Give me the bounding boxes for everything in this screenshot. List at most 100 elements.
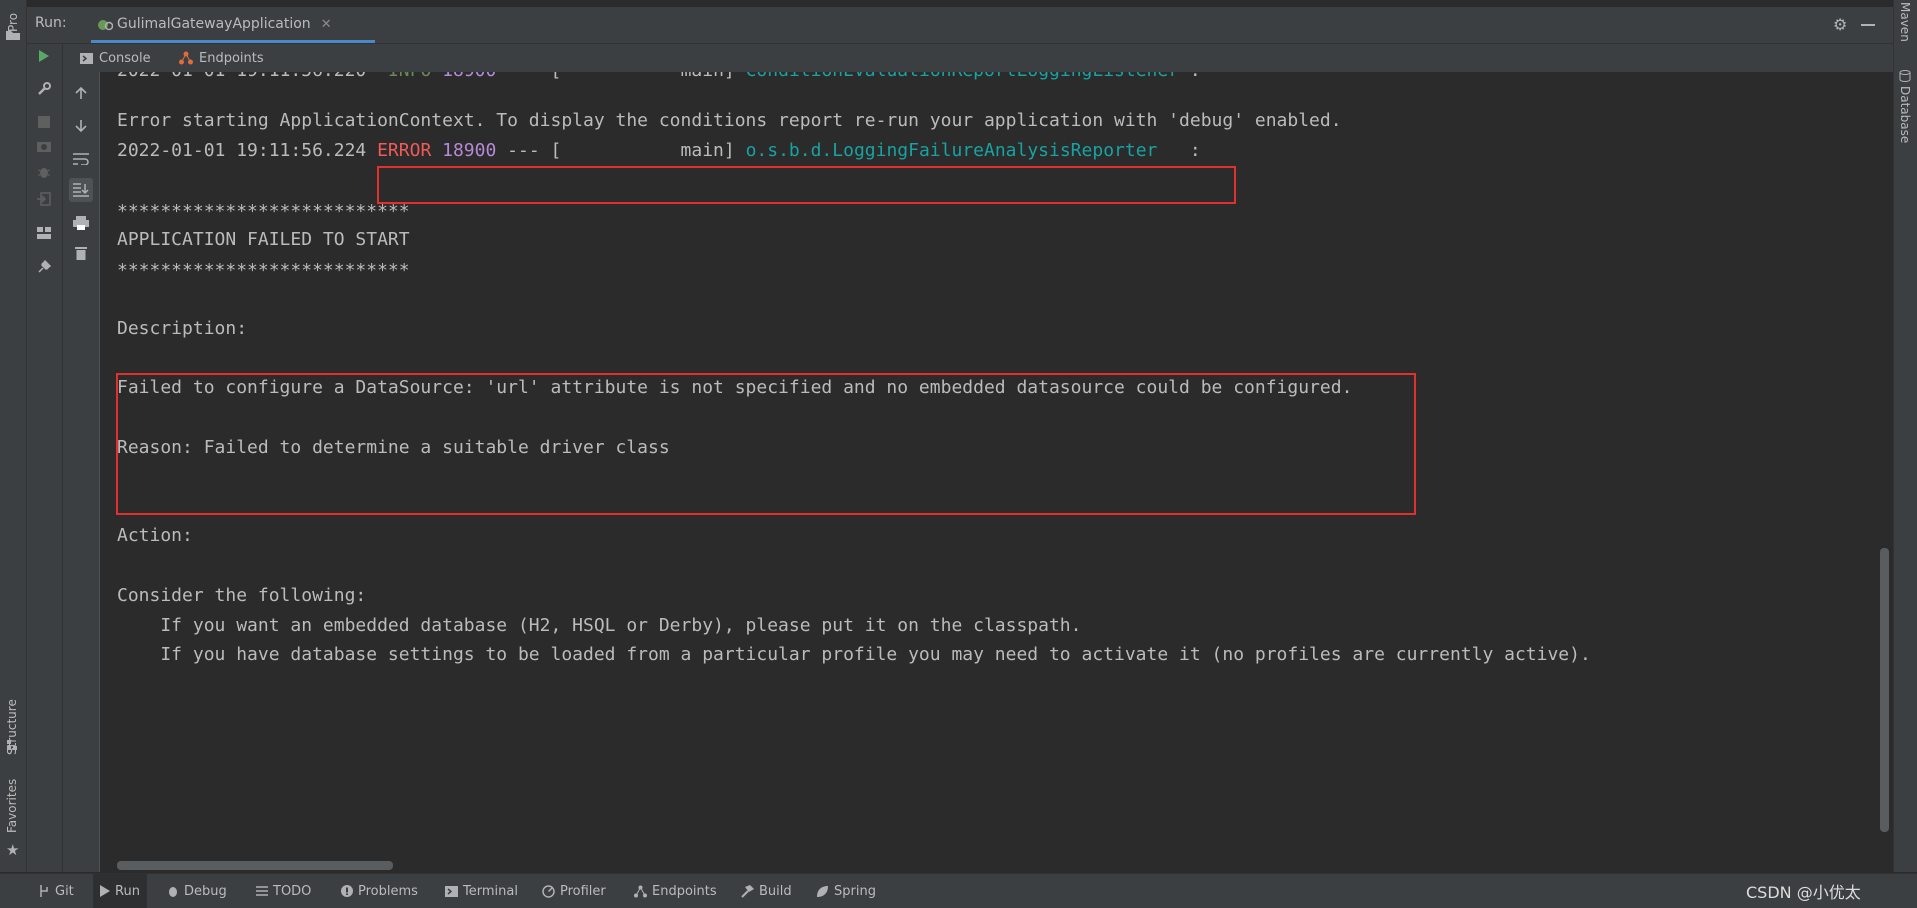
tab-terminal-label: Terminal: [463, 883, 518, 899]
tab-todo[interactable]: TODO: [256, 874, 311, 908]
list-icon: [256, 885, 268, 897]
run-label: Run:: [35, 15, 67, 31]
run-config-tab[interactable]: GulimalGatewayApplication ✕: [91, 7, 344, 41]
hammer-icon: [741, 884, 754, 898]
tab-endpoints[interactable]: Endpoints: [179, 44, 264, 72]
run-icon: [100, 885, 110, 897]
log-timestamp: 2022-01-01 19:11:56.220: [117, 72, 366, 81]
pin-icon[interactable]: [32, 255, 56, 279]
log-logger: ConditionEvaluationReportLoggingListener: [746, 72, 1179, 81]
scroll-to-end-icon[interactable]: [69, 178, 93, 202]
tab-run[interactable]: Run: [93, 874, 147, 908]
watermark: CSDN @小优太: [1746, 883, 1861, 902]
camera-icon[interactable]: [32, 134, 56, 158]
window-top-edge: [27, 0, 1893, 7]
tab-profiler[interactable]: Profiler: [542, 874, 606, 908]
console-actions-toolbar: [63, 72, 100, 872]
vertical-scrollbar[interactable]: [1880, 548, 1889, 832]
tab-console[interactable]: Console: [80, 44, 151, 72]
tab-problems-label: Problems: [358, 883, 418, 899]
log-thread: main]: [561, 140, 735, 161]
database-label: Database: [1898, 86, 1912, 144]
tab-profiler-label: Profiler: [560, 883, 606, 899]
spring-leaf-icon: [816, 885, 829, 898]
tab-endpoints-bottom-label: Endpoints: [652, 883, 717, 899]
gear-icon[interactable]: ⚙: [1833, 17, 1849, 33]
log-timestamp: 2022-01-01 19:11:56.224: [117, 140, 367, 161]
spring-boot-run-icon: [97, 17, 113, 31]
log-line-error: 2022-01-01 19:11:56.224 ERROR 18900 --- …: [117, 139, 1201, 163]
log-separator: --- [: [507, 72, 561, 81]
endpoints-icon: [179, 51, 193, 65]
horizontal-scrollbar[interactable]: [117, 861, 393, 870]
tab-build[interactable]: Build: [741, 874, 792, 908]
stars-line: ***************************: [117, 260, 410, 281]
debug-icon: [167, 885, 179, 897]
console-output[interactable]: 2022-01-01 19:11:56.220 INFO 18900 --- […: [100, 72, 1893, 872]
tab-spring[interactable]: Spring: [816, 874, 876, 908]
run-config-tab-label: GulimalGatewayApplication: [117, 16, 311, 32]
wrench-icon[interactable]: [32, 77, 56, 101]
profiler-icon: [542, 884, 555, 898]
tab-git[interactable]: Git: [38, 874, 74, 908]
error-line-highlight: [377, 166, 1236, 204]
tab-console-label: Console: [99, 50, 151, 66]
active-tab-indicator: [91, 40, 375, 43]
run-subtabs: Console Endpoints: [27, 44, 1893, 73]
folder-icon: [6, 30, 20, 40]
tab-spring-label: Spring: [834, 883, 876, 899]
tab-todo-label: TODO: [273, 883, 312, 899]
action-heading: Action:: [117, 525, 193, 546]
terminal-icon: [445, 885, 458, 897]
tab-debug-label: Debug: [184, 883, 227, 899]
left-tool-strip: Pro Structure Favorites ★: [0, 0, 27, 872]
description-highlight: [116, 373, 1416, 515]
run-header: Run: GulimalGatewayApplication ✕ ⚙: [27, 7, 1893, 44]
star-icon: ★: [6, 841, 20, 859]
hint-line: If you want an embedded database (H2, HS…: [117, 615, 1082, 636]
print-icon[interactable]: [69, 211, 93, 235]
tab-terminal[interactable]: Terminal: [445, 874, 518, 908]
debug-bug-icon[interactable]: [32, 160, 56, 184]
log-thread: main]: [561, 72, 735, 81]
minimize-icon[interactable]: [1861, 24, 1875, 26]
consider-line: Consider the following:: [117, 585, 367, 606]
database-icon: [1899, 70, 1911, 82]
log-line-info: 2022-01-01 19:11:56.220 INFO 18900 --- […: [117, 72, 1201, 83]
tab-endpoints-bottom[interactable]: Endpoints: [634, 874, 717, 908]
right-tool-strip: Maven Database: [1893, 0, 1917, 872]
log-tail: :: [1157, 140, 1201, 161]
structure-icon: [7, 740, 19, 752]
log-pid: 18900: [442, 140, 497, 161]
tab-build-label: Build: [759, 883, 792, 899]
tab-git-label: Git: [55, 883, 74, 899]
log-tail: :: [1179, 72, 1201, 81]
tab-debug[interactable]: Debug: [167, 874, 227, 908]
close-tab-icon[interactable]: ✕: [321, 17, 332, 32]
log-logger: o.s.b.d.LoggingFailureAnalysisReporter: [745, 140, 1158, 161]
rerun-icon[interactable]: [32, 44, 56, 68]
log-level: ERROR: [377, 140, 432, 161]
trash-icon[interactable]: [69, 241, 93, 265]
exit-icon[interactable]: [32, 187, 56, 211]
arrow-down-icon[interactable]: [69, 114, 93, 138]
soft-wrap-icon[interactable]: [69, 147, 93, 171]
bottom-tool-bar: Git Run Debug TODO Problems Terminal Pro…: [0, 873, 1917, 908]
log-level: INFO: [388, 72, 431, 81]
arrow-up-icon[interactable]: [69, 81, 93, 105]
error-starting-line: Error starting ApplicationContext. To di…: [117, 110, 1342, 131]
tab-problems[interactable]: Problems: [341, 874, 418, 908]
log-pid: 18900: [442, 72, 496, 81]
stars-line: ***************************: [117, 201, 410, 222]
log-separator: --- [: [507, 140, 562, 161]
stop-icon[interactable]: [32, 110, 56, 134]
console-icon: [80, 52, 93, 64]
info-icon: [341, 885, 353, 897]
tab-run-label: Run: [115, 883, 140, 899]
hint-line: If you have database settings to be load…: [117, 644, 1591, 665]
run-actions-toolbar: [27, 44, 63, 872]
description-heading: Description:: [117, 318, 248, 339]
maven-label: Maven: [1898, 2, 1912, 42]
layout-icon[interactable]: [32, 221, 56, 245]
git-icon: [38, 885, 50, 897]
